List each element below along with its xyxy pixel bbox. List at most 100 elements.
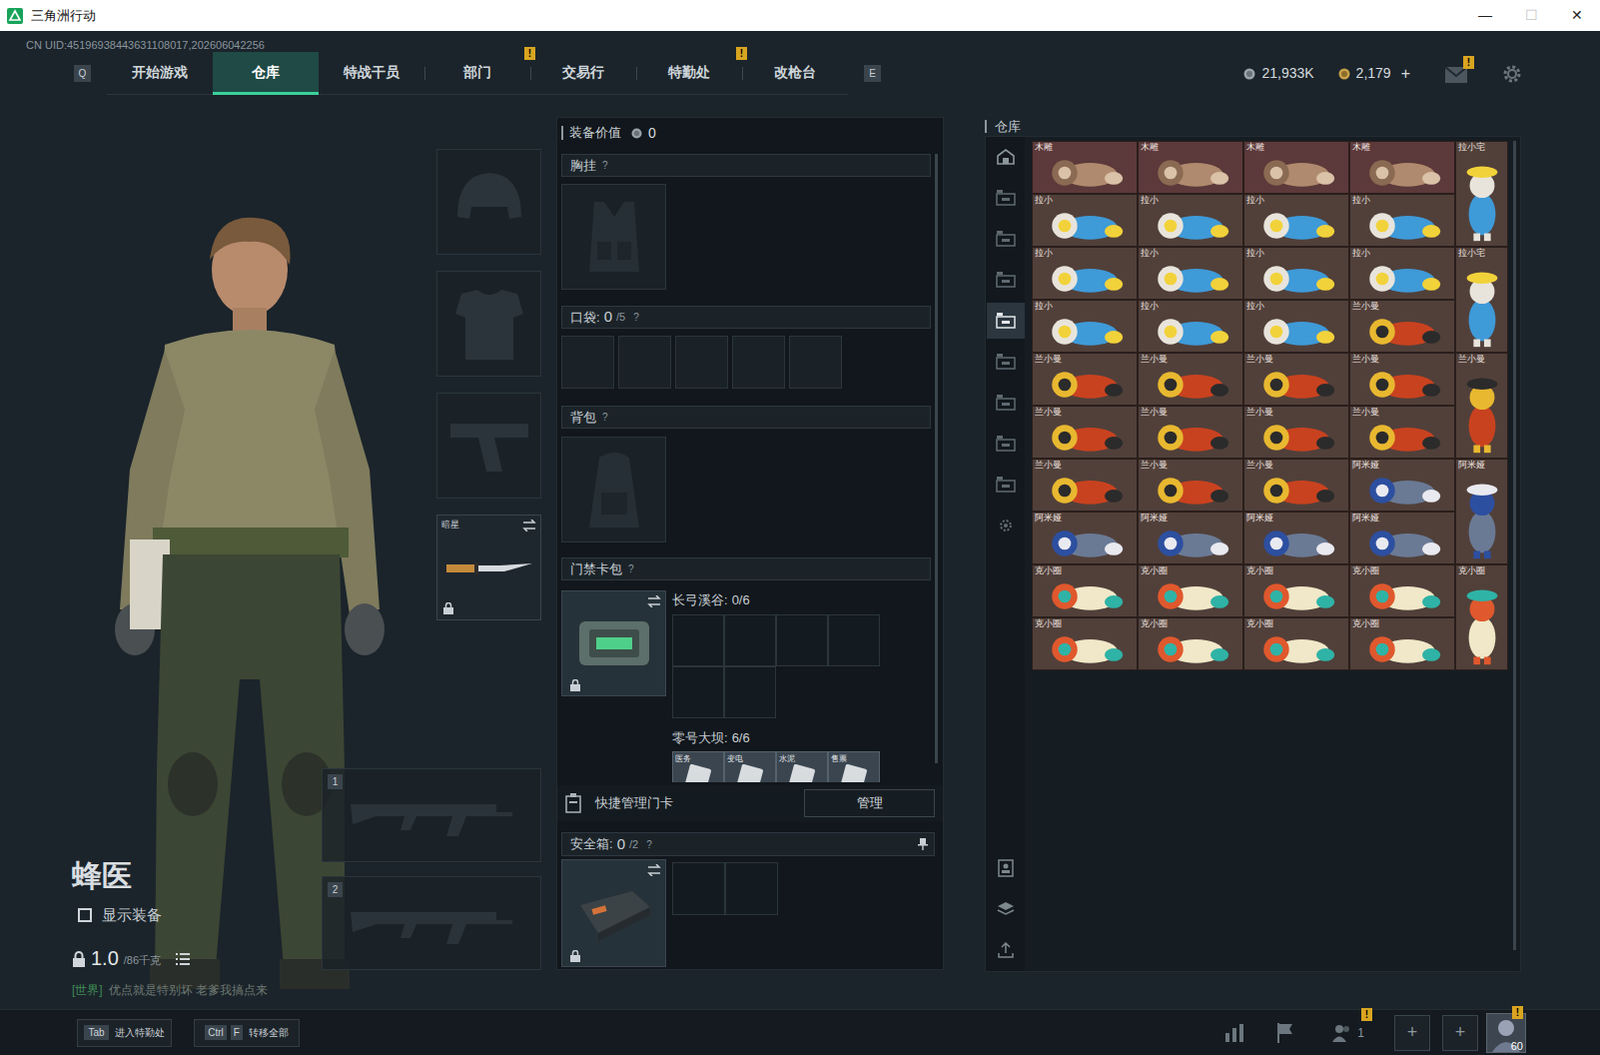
warehouse-item[interactable]: 兰小曼 (1031, 405, 1138, 459)
warehouse-item[interactable]: 兰小曼 (1455, 352, 1509, 459)
pocket-slot[interactable] (561, 335, 615, 389)
mail-button[interactable]: ! (1444, 63, 1469, 84)
stack-button[interactable] (986, 890, 1025, 927)
warehouse-item[interactable]: 拉小宅 (1455, 246, 1509, 353)
warehouse-item[interactable]: 阿米娅 (1455, 458, 1509, 565)
swap-icon[interactable] (647, 863, 662, 876)
warehouse-item[interactable]: 拉小 (1243, 299, 1350, 353)
warehouse-item[interactable]: 木雕 (1349, 140, 1456, 194)
warehouse-tab[interactable] (986, 179, 1025, 216)
warehouse-tab[interactable] (986, 425, 1025, 462)
warehouse-item[interactable]: 木雕 (1243, 140, 1350, 194)
flag-icon[interactable] (1276, 1022, 1295, 1043)
keycard-slot[interactable] (827, 614, 880, 667)
warehouse-item[interactable]: 克小圈 (1137, 564, 1244, 618)
swap-icon[interactable] (522, 519, 537, 532)
pin-icon[interactable] (917, 837, 928, 850)
friends-button[interactable]: 1 ! (1332, 1023, 1365, 1042)
nav-tab[interactable]: 开始游戏 (106, 51, 213, 95)
warehouse-item[interactable]: 克小圈 (1349, 564, 1456, 618)
warehouse-item[interactable]: 克小圈 (1243, 564, 1350, 618)
keycard-slot[interactable] (776, 614, 828, 667)
invite-slot[interactable]: + (1394, 1014, 1431, 1051)
warehouse-item[interactable]: 兰小曼 (1031, 352, 1138, 406)
scrollbar[interactable] (1513, 140, 1517, 950)
gear-slot[interactable] (436, 148, 542, 255)
warehouse-item[interactable]: 拉小 (1137, 246, 1244, 300)
warehouse-item[interactable]: 克小圈 (1031, 564, 1138, 618)
warehouse-item[interactable]: 克小圈 (1455, 564, 1509, 671)
warehouse-item[interactable]: 兰小曼 (1243, 352, 1350, 406)
window-control[interactable]: — (1462, 0, 1509, 31)
nav-tab[interactable]: 改枪台 (742, 51, 848, 95)
pocket-slot[interactable] (618, 335, 672, 389)
scrollbar[interactable] (934, 153, 938, 764)
nav-tab[interactable]: 特战干员 (318, 51, 425, 95)
pocket-slot[interactable] (732, 335, 786, 389)
prev-tab-key[interactable]: Q (73, 64, 91, 82)
keycard-slot[interactable] (724, 666, 777, 719)
safebox-slot[interactable] (725, 861, 779, 915)
nav-tab[interactable]: 特勤处! (636, 51, 743, 95)
warehouse-item[interactable]: 拉小 (1031, 299, 1138, 353)
transfer-all-button[interactable]: Ctrl F 转移全部 (193, 1018, 300, 1047)
safebox-slot[interactable] (672, 861, 726, 915)
keycard-slot[interactable] (672, 614, 725, 667)
next-tab-key[interactable]: E (863, 64, 881, 82)
warehouse-item[interactable]: 兰小曼 (1243, 405, 1350, 459)
pocket-slot[interactable] (675, 335, 729, 389)
safebox-item[interactable] (561, 858, 667, 967)
chest-rig-slot[interactable] (561, 183, 667, 290)
sort-button[interactable] (986, 931, 1025, 968)
window-control[interactable]: ✕ (1554, 0, 1600, 31)
settings-gear-icon[interactable] (1502, 63, 1523, 84)
nav-tab[interactable]: 交易行 (530, 51, 637, 95)
keycard-case-item[interactable] (561, 590, 667, 697)
warehouse-tab[interactable] (986, 138, 1025, 175)
gear-slot[interactable] (436, 392, 542, 499)
warehouse-item[interactable]: 拉小 (1137, 299, 1244, 353)
warehouse-item[interactable]: 拉小 (1243, 193, 1350, 247)
operator-stash-button[interactable] (986, 849, 1025, 886)
warehouse-item[interactable]: 拉小 (1243, 246, 1350, 300)
warehouse-item[interactable]: 阿米娅 (1031, 511, 1138, 565)
keycard-slot[interactable] (724, 614, 777, 667)
warehouse-item[interactable]: 兰小曼 (1137, 405, 1244, 459)
warehouse-item[interactable]: 木雕 (1137, 140, 1244, 194)
warehouse-item[interactable]: 阿米娅 (1349, 511, 1456, 565)
invite-slot[interactable]: + (1442, 1014, 1479, 1051)
pocket-slot[interactable] (789, 335, 842, 389)
warehouse-tab[interactable] (986, 261, 1025, 298)
special-ops-button[interactable]: Tab 进入特勤处 (76, 1018, 172, 1047)
warehouse-item[interactable]: 阿米娅 (1243, 511, 1350, 565)
add-tickets-button[interactable]: + (1401, 61, 1411, 86)
show-equipment-toggle[interactable]: 显示装备 (77, 903, 322, 927)
warehouse-item[interactable]: 阿米娅 (1349, 458, 1456, 512)
show-equipment-checkbox[interactable] (77, 907, 92, 922)
warehouse-item[interactable]: 克小圈 (1031, 617, 1138, 671)
keycard[interactable]: 售票 (827, 751, 880, 783)
warehouse-item[interactable]: 兰小曼 (1137, 458, 1244, 512)
warehouse-tab[interactable] (986, 466, 1025, 503)
backpack-slot[interactable] (561, 436, 667, 543)
weapon-slot[interactable]: 1 (321, 768, 542, 862)
warehouse-item[interactable]: 兰小曼 (1031, 458, 1138, 512)
warehouse-item[interactable]: 兰小曼 (1137, 352, 1244, 406)
loadout-scroll[interactable]: 胸挂? 口袋:0/5? 背包? 门禁卡包? (557, 147, 943, 783)
warehouse-tab[interactable] (986, 220, 1025, 257)
warehouse-item[interactable]: 兰小曼 (1349, 405, 1456, 459)
warehouse-item[interactable]: 拉小 (1349, 193, 1456, 247)
warehouse-item[interactable]: 木雕 (1031, 140, 1138, 194)
warehouse-item[interactable]: 克小圈 (1243, 617, 1350, 671)
nav-tab[interactable]: 部门! (424, 51, 531, 95)
warehouse-item[interactable]: 拉小 (1031, 193, 1138, 247)
keycard-slot[interactable] (672, 666, 725, 719)
keycard[interactable]: 变电 (724, 751, 777, 783)
warehouse-item[interactable]: 兰小曼 (1349, 299, 1456, 353)
keycard[interactable]: 医务 (672, 751, 725, 783)
warehouse-item[interactable]: 兰小曼 (1349, 352, 1456, 406)
weapon-slot[interactable]: 2 (321, 875, 542, 970)
warehouse-item[interactable]: 拉小 (1349, 246, 1456, 300)
warehouse-item[interactable]: 拉小宅 (1455, 140, 1509, 247)
warehouse-item[interactable]: 阿米娅 (1137, 511, 1244, 565)
